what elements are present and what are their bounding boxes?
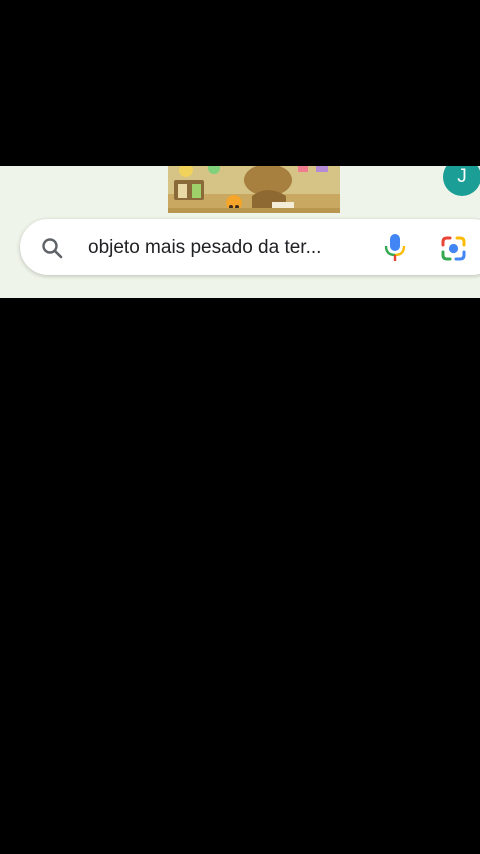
account-avatar[interactable]: J [443,166,480,196]
mic-icon[interactable] [384,233,406,263]
google-doodle-image[interactable] [168,166,340,213]
search-icon [40,236,64,260]
google-lens-icon[interactable] [440,235,467,262]
google-search-header: J objeto mais pesado da ter... [0,166,480,298]
phone-screen: J objeto mais pesado da ter... [0,0,480,854]
search-bar[interactable]: objeto mais pesado da ter... [20,219,480,275]
search-query-text[interactable]: objeto mais pesado da ter... [88,236,356,260]
